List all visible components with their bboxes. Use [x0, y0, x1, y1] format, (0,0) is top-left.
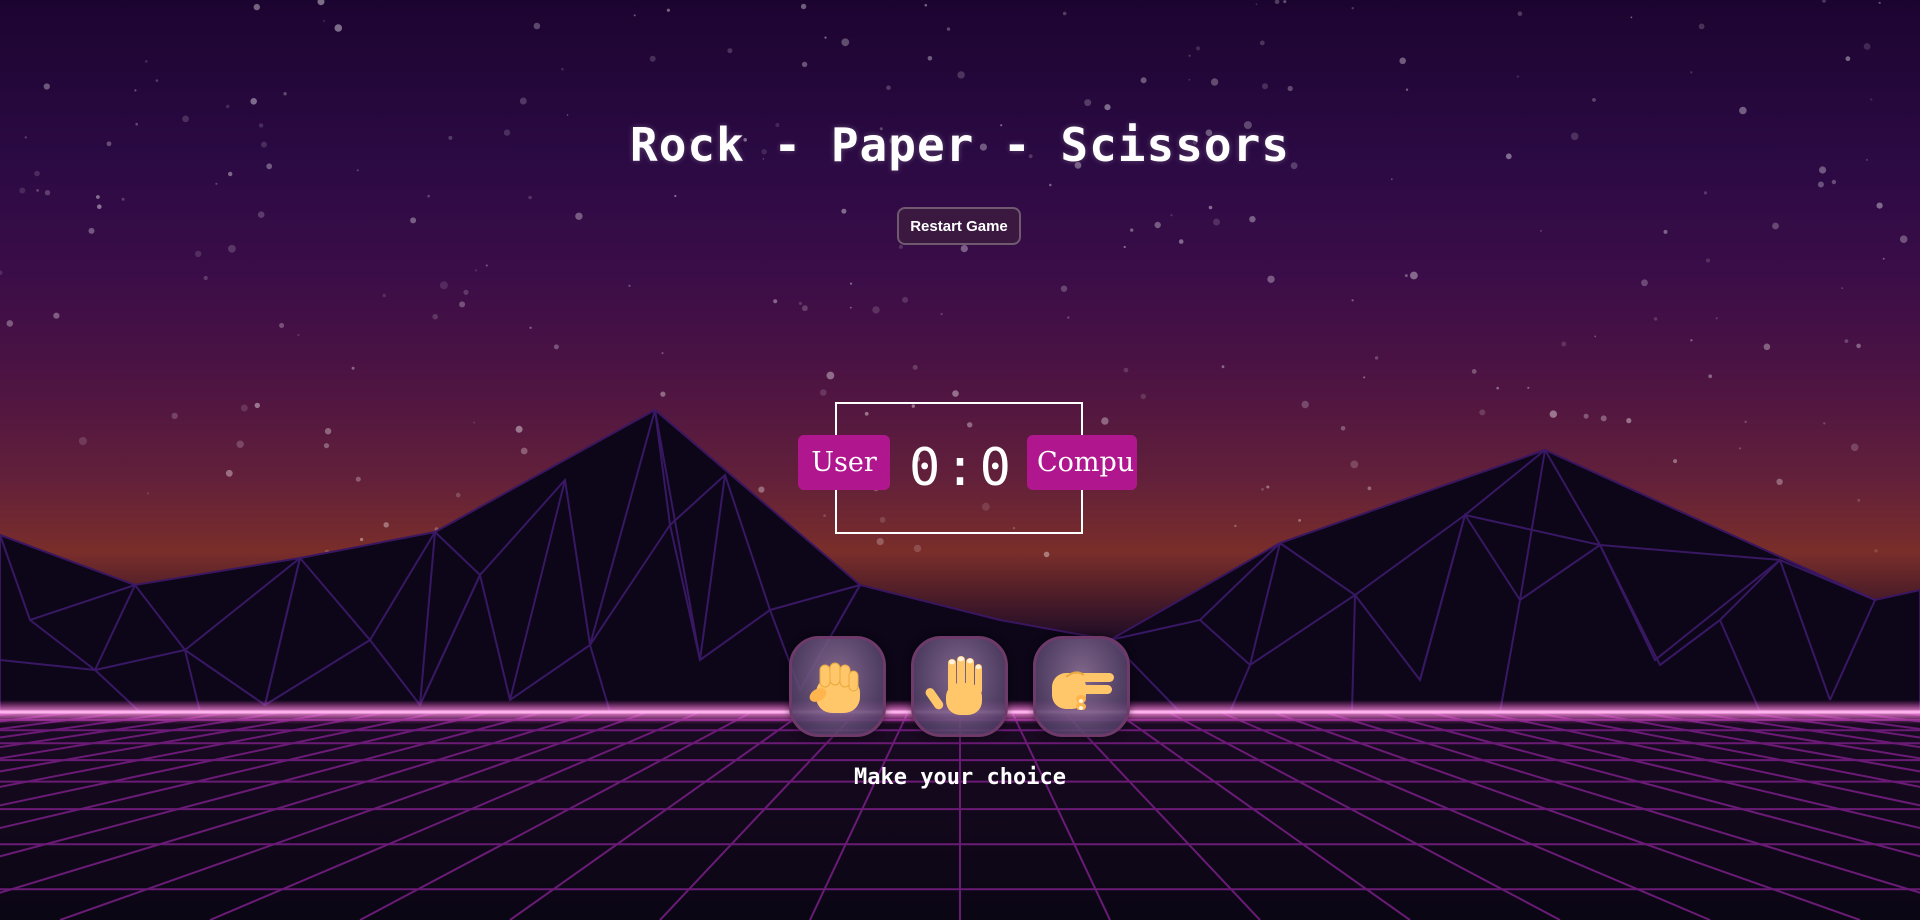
user-score: 0: [909, 438, 941, 498]
raised-fist-hand-icon: [809, 662, 860, 713]
rock-button[interactable]: [789, 636, 886, 737]
score-display: 0 : 0: [900, 438, 1020, 498]
victory-hand-icon: [1051, 670, 1114, 710]
status-message: Make your choice: [854, 765, 1066, 790]
scissors-button[interactable]: [1033, 636, 1130, 737]
score-separator: :: [944, 438, 976, 498]
game-title: Rock - Paper - Scissors: [630, 118, 1290, 172]
computer-score: 0: [979, 438, 1011, 498]
computer-label-badge: Compu: [1027, 435, 1137, 490]
paper-button[interactable]: [911, 636, 1008, 737]
user-label-badge: User: [798, 435, 890, 490]
restart-game-button[interactable]: Restart Game: [897, 207, 1021, 245]
raised-hand-icon: [925, 655, 982, 715]
game-scene: Rock - Paper - Scissors Restart Game Use…: [0, 0, 1920, 920]
